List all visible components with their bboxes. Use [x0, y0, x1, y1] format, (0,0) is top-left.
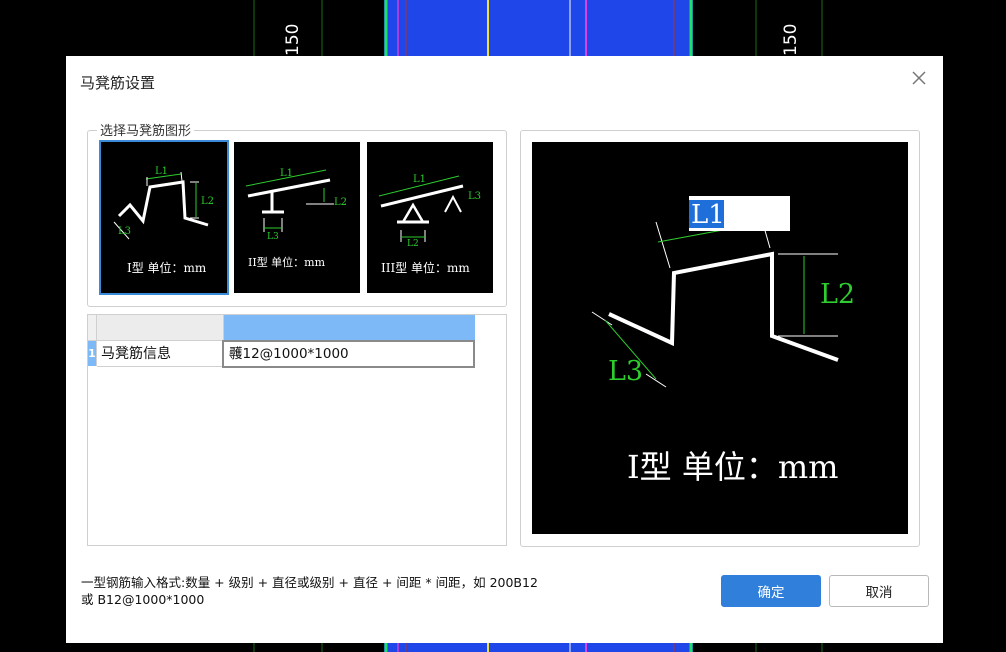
shape1-l2-label: L2 [201, 196, 214, 207]
shape3-caption: III型 单位：mm [381, 260, 470, 275]
shape1-l3-label: L3 [118, 226, 131, 237]
shape2-l3-label: L3 [267, 232, 279, 242]
row-name: 马凳筋信息 [97, 341, 224, 367]
input-format-hint: 一型钢筋输入格式:数量 + 级别 + 直径或级别 + 直径 + 间距 * 间距，… [81, 574, 681, 608]
shape2-l1-label: L1 [280, 168, 293, 179]
preview-l3-label: L3 [608, 356, 643, 387]
shape2-l2-label: L2 [334, 197, 347, 208]
preview-l2-label: L2 [820, 279, 855, 310]
shape3-l3-label: L3 [468, 191, 481, 202]
close-icon[interactable] [909, 68, 929, 88]
grid-corner-cell [88, 315, 97, 341]
shape1-l1-label: L1 [155, 166, 168, 177]
shape-type-1-drawing: L1 L2 L3 I型 单位：mm [113, 166, 214, 275]
preview-caption: I型 单位：mm [627, 448, 839, 486]
hint-line-1: 一型钢筋输入格式:数量 + 级别 + 直径或级别 + 直径 + 间距 * 间距，… [81, 575, 538, 590]
rebar-info-input[interactable]: 彠12@1000*1000 [222, 340, 475, 368]
dimension-label-left: 150 [283, 24, 303, 56]
rebar-chair-dialog: 马凳筋设置 选择马凳筋图形 L1 L2 L3 I型 单位：mm L1 L3 L2… [66, 56, 943, 643]
shape1-caption: I型 单位：mm [127, 260, 207, 275]
shape3-l2-label: L2 [407, 239, 419, 249]
shape-type-3-drawing: L1 L2 L3 III型 单位：mm [378, 174, 481, 275]
grid-header-col1 [97, 315, 224, 341]
shape2-caption: II型 单位：mm [248, 255, 326, 269]
shape3-l1-label: L1 [413, 174, 426, 185]
grid-header-col2 [224, 315, 475, 341]
shape-group-label: 选择马凳筋图形 [97, 120, 195, 139]
shape-type-2-drawing: L1 L3 L2 II型 单位：mm [245, 168, 347, 269]
cancel-button[interactable]: 取消 [829, 575, 929, 607]
shape-option-type-2[interactable]: L1 L3 L2 II型 单位：mm [234, 142, 360, 293]
ok-button[interactable]: 确定 [721, 575, 821, 607]
hint-line-2: 或 B12@1000*1000 [81, 592, 205, 607]
dialog-title: 马凳筋设置 [80, 74, 156, 92]
property-grid: 1 马凳筋信息 彠12@1000*1000 [87, 314, 507, 546]
shape-option-type-3[interactable]: L1 L2 L3 III型 单位：mm [367, 142, 493, 293]
row-index: 1 [88, 341, 97, 366]
preview-drawing: L1 L2 L3 I型 单位：mm [591, 196, 855, 486]
table-row[interactable]: 1 马凳筋信息 彠12@1000*1000 [88, 340, 476, 368]
shape-preview-canvas: L1 L2 L3 I型 单位：mm [532, 142, 908, 534]
l1-input-text: L1 [691, 200, 725, 230]
dimension-label-right: 150 [781, 24, 801, 56]
shape-option-type-1[interactable]: L1 L2 L3 I型 单位：mm [99, 140, 229, 295]
